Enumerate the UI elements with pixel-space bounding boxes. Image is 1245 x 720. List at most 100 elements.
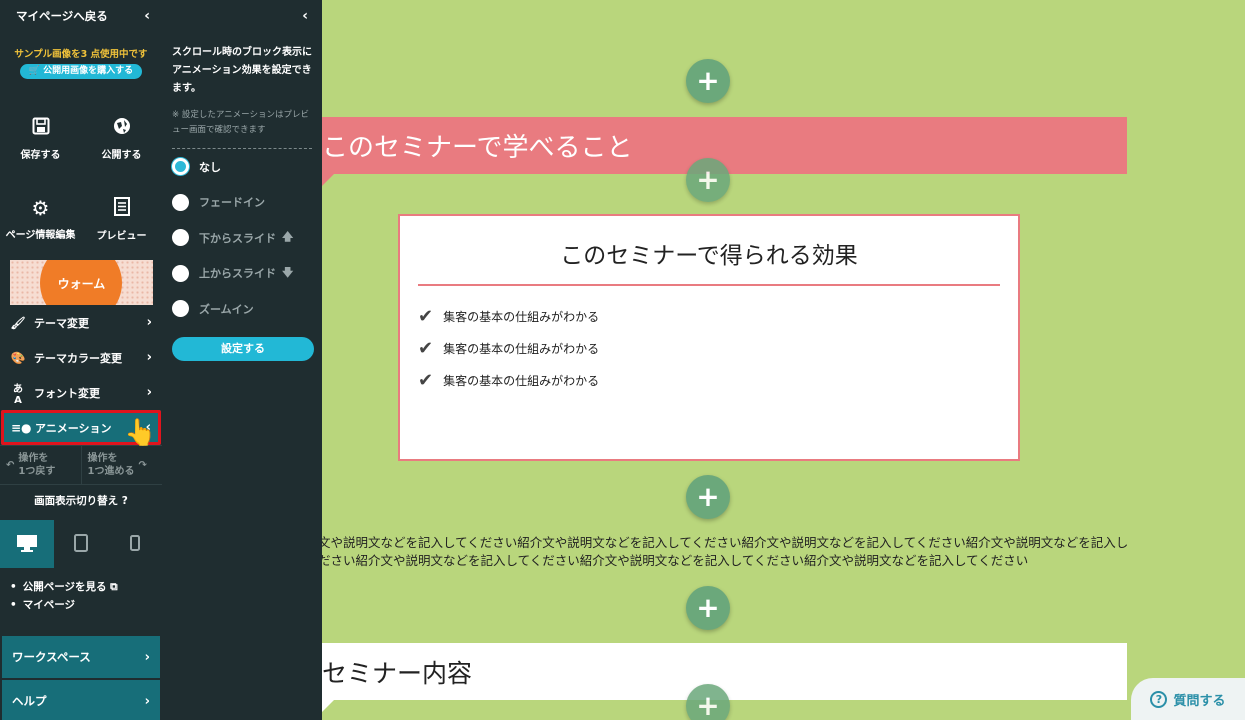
save-button[interactable]: 保存する — [0, 99, 81, 179]
intro-line-2: ださい紹介文や説明文などを記入してください紹介文や説明文などを記入してください紹… — [322, 553, 1029, 568]
menu-theme-color-change[interactable]: 🎨 テーマカラー変更 › — [0, 340, 162, 375]
page-canvas: + このセミナーで学べること + このセミナーで得られる効果 ✔ 集客の基本の仕… — [322, 0, 1245, 720]
animation-icon: ≡● — [11, 420, 32, 435]
desktop-icon — [16, 534, 38, 555]
undo-label-line2: 1つ戻す — [18, 466, 56, 477]
save-icon — [32, 117, 50, 138]
mypage-label: マイページ — [22, 599, 76, 611]
list-item-text: 集客の基本の仕組みがわかる — [443, 341, 600, 356]
ask-question-button[interactable]: ? 質問する — [1131, 678, 1245, 720]
plus-icon: + — [696, 64, 720, 97]
radio-zoom-in-label: ズームイン — [199, 302, 254, 316]
animation-settings-panel: ‹ スクロール時のブロック表示にアニメーション効果を設定できます。 ※ 設定した… — [162, 0, 322, 720]
add-block-button[interactable]: + — [686, 158, 730, 202]
heading-tail — [322, 174, 334, 186]
apply-animation-button[interactable]: 設定する — [172, 336, 314, 361]
display-switch-label: 画面表示切り替え — [34, 495, 119, 507]
add-block-button[interactable]: + — [686, 59, 730, 103]
preview-icon — [113, 196, 130, 219]
list-item-text: 集客の基本の仕組みがわかる — [443, 309, 600, 324]
help-circle-icon[interactable]: ? — [122, 495, 128, 507]
checkmark-icon: ✔ — [418, 337, 434, 359]
undo-button[interactable]: ↶ 操作を 1つ戻す — [0, 446, 81, 484]
section-heading: このセミナーで学べること — [322, 133, 633, 163]
chevron-right-icon: › — [146, 385, 152, 400]
list-item: ✔ 集客の基本の仕組みがわかる — [418, 300, 1018, 332]
intro-paragraph[interactable]: 文や説明文などを記入してください紹介文や説明文などを記入してください紹介文や説明… — [322, 534, 1145, 570]
palette-icon: 🎨 — [10, 350, 26, 365]
plus-icon: + — [696, 591, 720, 624]
heading-tail-2 — [322, 700, 334, 712]
page-info-edit-button[interactable]: ⚙ ページ情報編集 — [0, 179, 81, 259]
plus-icon: + — [696, 163, 720, 196]
save-label: 保存する — [20, 150, 61, 161]
intro-line-1: 文や説明文などを記入してください紹介文や説明文などを記入してください紹介文や説明… — [322, 535, 1129, 550]
page-info-edit-label: ページ情報編集 — [5, 229, 76, 241]
radio-zoom-in[interactable]: ズームイン — [172, 291, 312, 327]
paint-roller-icon: 🖌 — [10, 315, 26, 330]
section-heading-2: セミナー内容 — [322, 658, 473, 688]
undo-label: 操作を 1つ戻す — [18, 452, 55, 478]
add-block-button[interactable]: + — [686, 475, 730, 519]
menu-font-change[interactable]: あA フォント変更 › — [0, 375, 162, 410]
question-icon: ? — [1150, 690, 1168, 708]
ask-question-label: 質問する — [1173, 693, 1226, 709]
radio-none-label: なし — [199, 160, 221, 174]
help-menu-label: ヘルプ — [12, 694, 47, 708]
effect-block[interactable]: このセミナーで得られる効果 ✔ 集客の基本の仕組みがわかる ✔ 集客の基本の仕組… — [398, 214, 1020, 461]
chevron-right-icon: › — [144, 693, 150, 709]
effect-title: このセミナーで得られる効果 — [560, 243, 858, 269]
add-block-button[interactable]: + — [686, 684, 730, 720]
list-item-text: 集客の基本の仕組みがわかる — [443, 373, 600, 388]
radio-dot — [172, 300, 189, 318]
view-public-page-link[interactable]: 公開ページを見る ⧉ — [10, 578, 162, 596]
radio-fade-in[interactable]: フェードイン — [172, 185, 312, 221]
chevron-right-icon: › — [144, 649, 150, 665]
redo-label-line1: 操作を — [87, 453, 118, 464]
publish-button[interactable]: 公開する — [81, 99, 162, 179]
redo-icon: ↷ — [138, 459, 147, 471]
menu-theme-change[interactable]: 🖌 テーマ変更 › — [0, 305, 162, 340]
sidebar-links: 公開ページを見る ⧉ マイページ — [0, 578, 162, 614]
desktop-view-button[interactable] — [0, 520, 54, 568]
gear-icon: ⚙ — [31, 195, 50, 220]
workspace-label: ワークスペース — [12, 650, 91, 664]
radio-fade-in-label: フェードイン — [199, 196, 265, 210]
radio-slide-from-top[interactable]: 上からスライド 🡇 — [172, 256, 312, 292]
checkmark-icon: ✔ — [418, 305, 434, 327]
mobile-view-button[interactable] — [108, 520, 162, 568]
help-menu-button[interactable]: ヘルプ › — [2, 680, 160, 720]
menu-font-change-label: フォント変更 — [34, 386, 100, 400]
tablet-icon — [74, 533, 88, 555]
mypage-link[interactable]: マイページ — [10, 596, 162, 614]
back-to-mypage-link[interactable]: マイページへ戻る ‹ — [0, 0, 162, 32]
undo-redo-row: ↶ 操作を 1つ戻す 操作を 1つ進める ↷ — [0, 445, 162, 485]
panel-close-chevron-icon[interactable]: ‹ — [302, 8, 308, 24]
add-block-button[interactable]: + — [686, 586, 730, 630]
tablet-view-button[interactable] — [54, 520, 108, 568]
plus-icon: + — [696, 480, 720, 513]
radio-none[interactable]: なし — [172, 149, 312, 185]
effect-check-list: ✔ 集客の基本の仕組みがわかる ✔ 集客の基本の仕組みがわかる ✔ 集客の基本の… — [400, 300, 1018, 396]
preview-button[interactable]: プレビュー — [81, 179, 162, 259]
theme-preview-thumbnail[interactable]: ウォーム — [10, 260, 153, 305]
undo-icon: ↶ — [6, 459, 15, 471]
arrow-up-icon: 🡅 — [282, 230, 294, 244]
chevron-right-icon: › — [146, 315, 152, 330]
buy-image-button[interactable]: 🛒 公開用画像を購入する — [20, 64, 142, 79]
collapse-chevron-icon[interactable]: ‹ — [144, 8, 150, 24]
effect-divider — [418, 284, 1000, 286]
menu-animation-label: アニメーション — [35, 421, 112, 435]
view-public-page-label: 公開ページを見る — [22, 581, 107, 593]
radio-slide-top-label: 上からスライド — [199, 267, 276, 281]
workspace-button[interactable]: ワークスペース › — [2, 636, 160, 678]
radio-dot — [172, 264, 189, 282]
animation-description: スクロール時のブロック表示にアニメーション効果を設定できます。 — [172, 47, 312, 94]
plus-icon: + — [696, 689, 720, 720]
menu-theme-change-label: テーマ変更 — [34, 316, 89, 330]
preview-label: プレビュー — [96, 230, 147, 242]
publish-icon — [113, 117, 131, 138]
radio-slide-from-bottom[interactable]: 下からスライド 🡅 — [172, 220, 312, 256]
radio-dot — [172, 158, 189, 176]
redo-button[interactable]: 操作を 1つ進める ↷ — [80, 446, 163, 484]
